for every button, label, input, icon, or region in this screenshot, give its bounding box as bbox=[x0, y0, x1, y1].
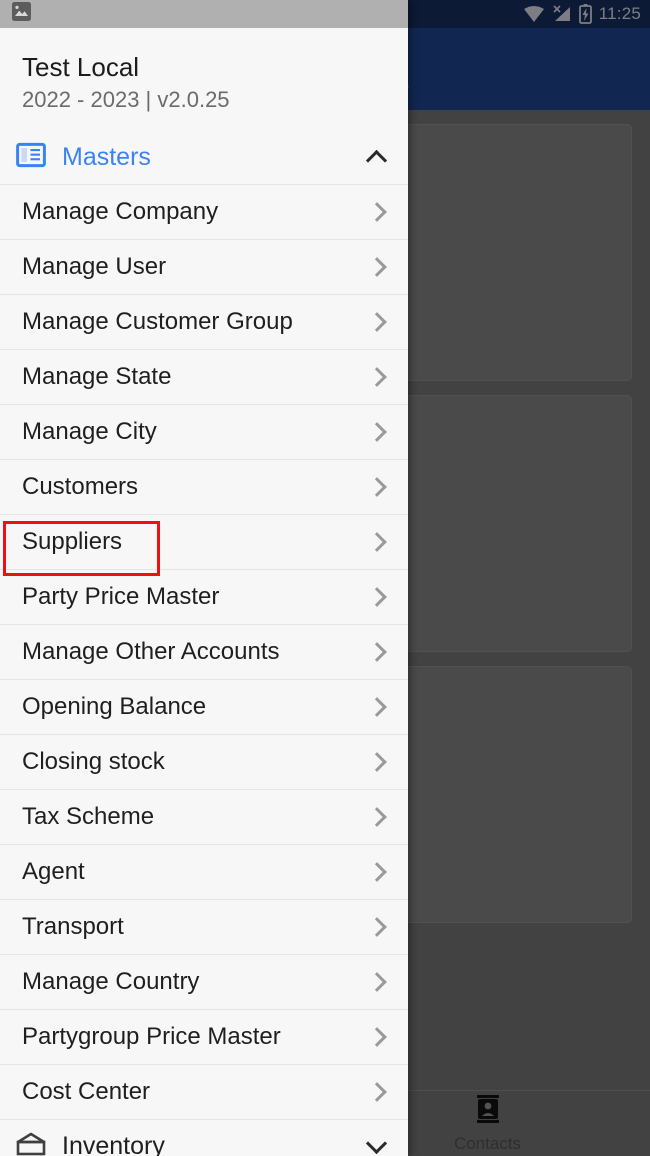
drawer-group-label: Inventory bbox=[62, 1132, 165, 1156]
drawer-item-label: Opening Balance bbox=[22, 693, 207, 720]
drawer-group-label: Masters bbox=[62, 142, 151, 171]
drawer-group-inventory[interactable]: Inventory bbox=[0, 1119, 408, 1156]
image-notification-icon bbox=[12, 2, 31, 26]
cellular-signal-no-sim-icon bbox=[552, 5, 572, 23]
drawer-group-masters[interactable]: Masters bbox=[0, 130, 408, 184]
drawer-item-label: Agent bbox=[22, 858, 85, 885]
chevron-right-icon bbox=[367, 642, 387, 662]
drawer-item-manage-user[interactable]: Manage User bbox=[0, 239, 408, 294]
chevron-right-icon bbox=[367, 587, 387, 607]
drawer-item-label: Cost Center bbox=[22, 1078, 151, 1105]
chevron-down-icon[interactable] bbox=[365, 1132, 388, 1155]
chevron-right-icon bbox=[367, 697, 387, 717]
drawer-item-label: Closing stock bbox=[22, 748, 165, 775]
chevron-right-icon bbox=[367, 1082, 387, 1102]
drawer-item-tax-scheme[interactable]: Tax Scheme bbox=[0, 789, 408, 844]
drawer-item-suppliers[interactable]: Suppliers bbox=[0, 514, 408, 569]
drawer-item-label: Customers bbox=[22, 473, 139, 500]
status-bar-clock: 11:25 bbox=[598, 4, 641, 23]
drawer-group-masters-items: Manage Company Manage User Manage Custom… bbox=[0, 184, 408, 1119]
drawer-item-label: Party Price Master bbox=[22, 583, 220, 610]
chevron-up-icon[interactable] bbox=[365, 149, 388, 171]
wifi-icon bbox=[523, 5, 545, 23]
chevron-right-icon bbox=[367, 367, 387, 387]
drawer-subtitle: 2022 - 2023 | v2.0.25 bbox=[22, 87, 230, 112]
drawer-item-manage-city[interactable]: Manage City bbox=[0, 404, 408, 459]
drawer-item-manage-state[interactable]: Manage State bbox=[0, 349, 408, 404]
drawer-item-closing-stock[interactable]: Closing stock bbox=[0, 734, 408, 789]
chevron-right-icon bbox=[367, 532, 387, 552]
inventory-box-icon bbox=[16, 1131, 46, 1156]
chevron-right-icon bbox=[367, 422, 387, 442]
contacts-card-icon bbox=[473, 1094, 503, 1129]
drawer-item-label: Tax Scheme bbox=[22, 803, 155, 830]
drawer-item-label: Manage State bbox=[22, 363, 172, 390]
chevron-right-icon bbox=[367, 752, 387, 772]
article-book-icon bbox=[16, 142, 46, 173]
chevron-right-icon bbox=[367, 917, 387, 937]
chevron-right-icon bbox=[367, 477, 387, 497]
drawer-header: Test Local 2022 - 2023 | v2.0.25 bbox=[0, 28, 408, 130]
drawer-item-label: Manage Other Accounts bbox=[22, 638, 280, 665]
drawer-item-label: Transport bbox=[22, 913, 124, 940]
drawer-item-agent[interactable]: Agent bbox=[0, 844, 408, 899]
drawer-company-name: Test Local bbox=[22, 52, 140, 82]
drawer-item-label: Manage Country bbox=[22, 968, 200, 995]
drawer-item-transport[interactable]: Transport bbox=[0, 899, 408, 954]
chevron-right-icon bbox=[367, 1027, 387, 1047]
drawer-item-opening-balance[interactable]: Opening Balance bbox=[0, 679, 408, 734]
drawer-item-cost-center[interactable]: Cost Center bbox=[0, 1064, 408, 1119]
drawer-item-label: Manage Company bbox=[22, 198, 219, 225]
drawer-item-party-price-master[interactable]: Party Price Master bbox=[0, 569, 408, 624]
drawer-item-manage-country[interactable]: Manage Country bbox=[0, 954, 408, 1009]
drawer-item-manage-customer-group[interactable]: Manage Customer Group bbox=[0, 294, 408, 349]
drawer-item-partygroup-price-master[interactable]: Partygroup Price Master bbox=[0, 1009, 408, 1064]
chevron-right-icon bbox=[367, 202, 387, 222]
chevron-right-icon bbox=[367, 312, 387, 332]
drawer-status-bar-area bbox=[0, 0, 408, 28]
bottom-nav-label: Contacts bbox=[453, 1133, 522, 1153]
drawer-item-customers[interactable]: Customers bbox=[0, 459, 408, 514]
battery-charging-icon bbox=[578, 4, 592, 24]
chevron-right-icon bbox=[367, 862, 387, 882]
drawer-item-label: Manage User bbox=[22, 253, 167, 280]
chevron-right-icon bbox=[367, 807, 387, 827]
drawer-item-label: Suppliers bbox=[22, 528, 123, 555]
drawer-item-label: Manage City bbox=[22, 418, 157, 445]
drawer-item-label: Manage Customer Group bbox=[22, 308, 293, 335]
drawer-item-label: Partygroup Price Master bbox=[22, 1023, 281, 1050]
drawer-item-manage-company[interactable]: Manage Company bbox=[0, 184, 408, 239]
chevron-right-icon bbox=[367, 257, 387, 277]
navigation-drawer: Test Local 2022 - 2023 | v2.0.25 Masters… bbox=[0, 0, 408, 1156]
drawer-item-manage-other-accounts[interactable]: Manage Other Accounts bbox=[0, 624, 408, 679]
chevron-right-icon bbox=[367, 972, 387, 992]
screen-root: 11:25 Test Local 2022 - 2023 bbox=[0, 0, 650, 1156]
